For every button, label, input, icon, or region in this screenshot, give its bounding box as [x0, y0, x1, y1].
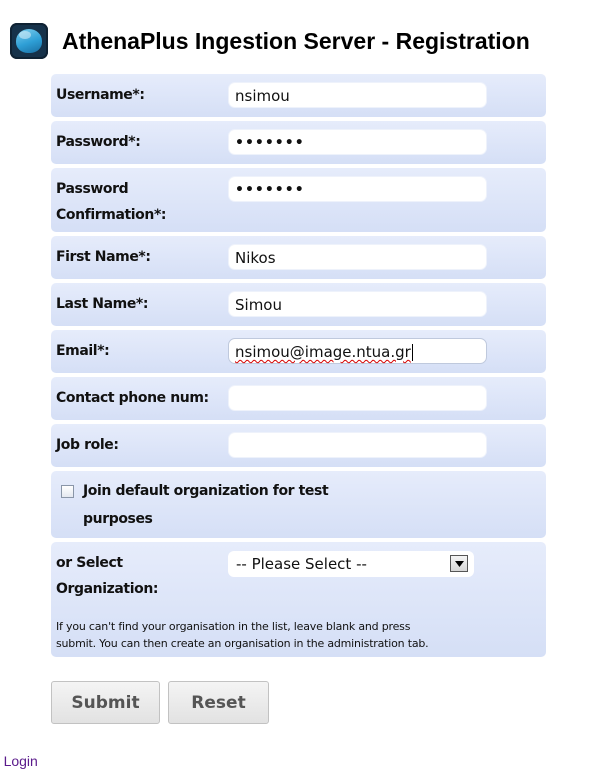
text-caret	[411, 344, 413, 361]
email-row: Email*: nsimou@image.ntua.gr	[51, 330, 546, 373]
organization-help-text: If you can't find your organisation in t…	[56, 618, 541, 652]
organization-label-line1: or Select	[56, 555, 123, 571]
last-name-row: Last Name*: Simou	[51, 283, 546, 326]
contact-phone-row: Contact phone num:	[51, 377, 546, 420]
first-name-label: First Name*:	[56, 249, 151, 265]
email-value: nsimou@image.ntua.gr	[235, 343, 411, 361]
contact-phone-label: Contact phone num:	[56, 390, 209, 406]
organization-help-line2: submit. You can then create an organisat…	[56, 637, 429, 650]
password-field[interactable]: •••••••	[228, 129, 487, 155]
password-label: Password*:	[56, 134, 141, 150]
organization-select-value: -- Please Select --	[236, 555, 367, 573]
password-confirmation-field[interactable]: •••••••	[228, 176, 487, 202]
first-name-field[interactable]: Nikos	[228, 244, 487, 270]
password-confirmation-row: Password Confirmation*: •••••••	[51, 168, 546, 232]
job-role-label: Job role:	[56, 437, 119, 453]
reset-button[interactable]: Reset	[168, 681, 269, 724]
password-confirmation-label-line1: Password	[56, 181, 129, 197]
default-organization-label-line2: purposes	[83, 511, 153, 527]
job-role-field[interactable]	[228, 432, 487, 458]
organization-label-line2: Organization:	[56, 581, 159, 597]
default-organization-label-line1: Join default organization for test	[83, 483, 329, 499]
back-to-login-link[interactable]: to Login	[0, 753, 38, 769]
registration-form: Username*: nsimou Password*: ••••••• Pas…	[51, 74, 546, 661]
page-title: AthenaPlus Ingestion Server - Registrati…	[62, 27, 530, 54]
organization-row: or Select Organization: -- Please Select…	[51, 542, 546, 657]
last-name-label: Last Name*:	[56, 296, 149, 312]
submit-button[interactable]: Submit	[51, 681, 160, 724]
username-row: Username*: nsimou	[51, 74, 546, 117]
email-label: Email*:	[56, 343, 110, 359]
default-organization-label: Join default organization for test purpo…	[83, 477, 403, 533]
athenaplus-logo-icon	[10, 23, 48, 59]
password-confirmation-label: Password Confirmation*:	[56, 176, 216, 228]
organization-label: or Select Organization:	[56, 550, 216, 602]
form-buttons: Submit Reset	[51, 681, 277, 724]
first-name-row: First Name*: Nikos	[51, 236, 546, 279]
password-confirmation-label-line2: Confirmation*:	[56, 207, 167, 223]
username-label: Username*:	[56, 87, 145, 103]
username-field[interactable]: nsimou	[228, 82, 487, 108]
chevron-down-icon[interactable]	[450, 555, 468, 572]
password-row: Password*: •••••••	[51, 121, 546, 164]
default-organization-checkbox[interactable]	[61, 485, 74, 498]
email-field[interactable]: nsimou@image.ntua.gr	[228, 338, 487, 364]
organization-select[interactable]: -- Please Select --	[228, 551, 474, 577]
job-role-row: Job role:	[51, 424, 546, 467]
registration-page: AthenaPlus Ingestion Server - Registrati…	[0, 0, 591, 769]
last-name-field[interactable]: Simou	[228, 291, 487, 317]
default-organization-row: Join default organization for test purpo…	[51, 471, 546, 538]
contact-phone-field[interactable]	[228, 385, 487, 411]
organization-help-line1: If you can't find your organisation in t…	[56, 620, 411, 633]
page-header: AthenaPlus Ingestion Server - Registrati…	[10, 22, 530, 60]
